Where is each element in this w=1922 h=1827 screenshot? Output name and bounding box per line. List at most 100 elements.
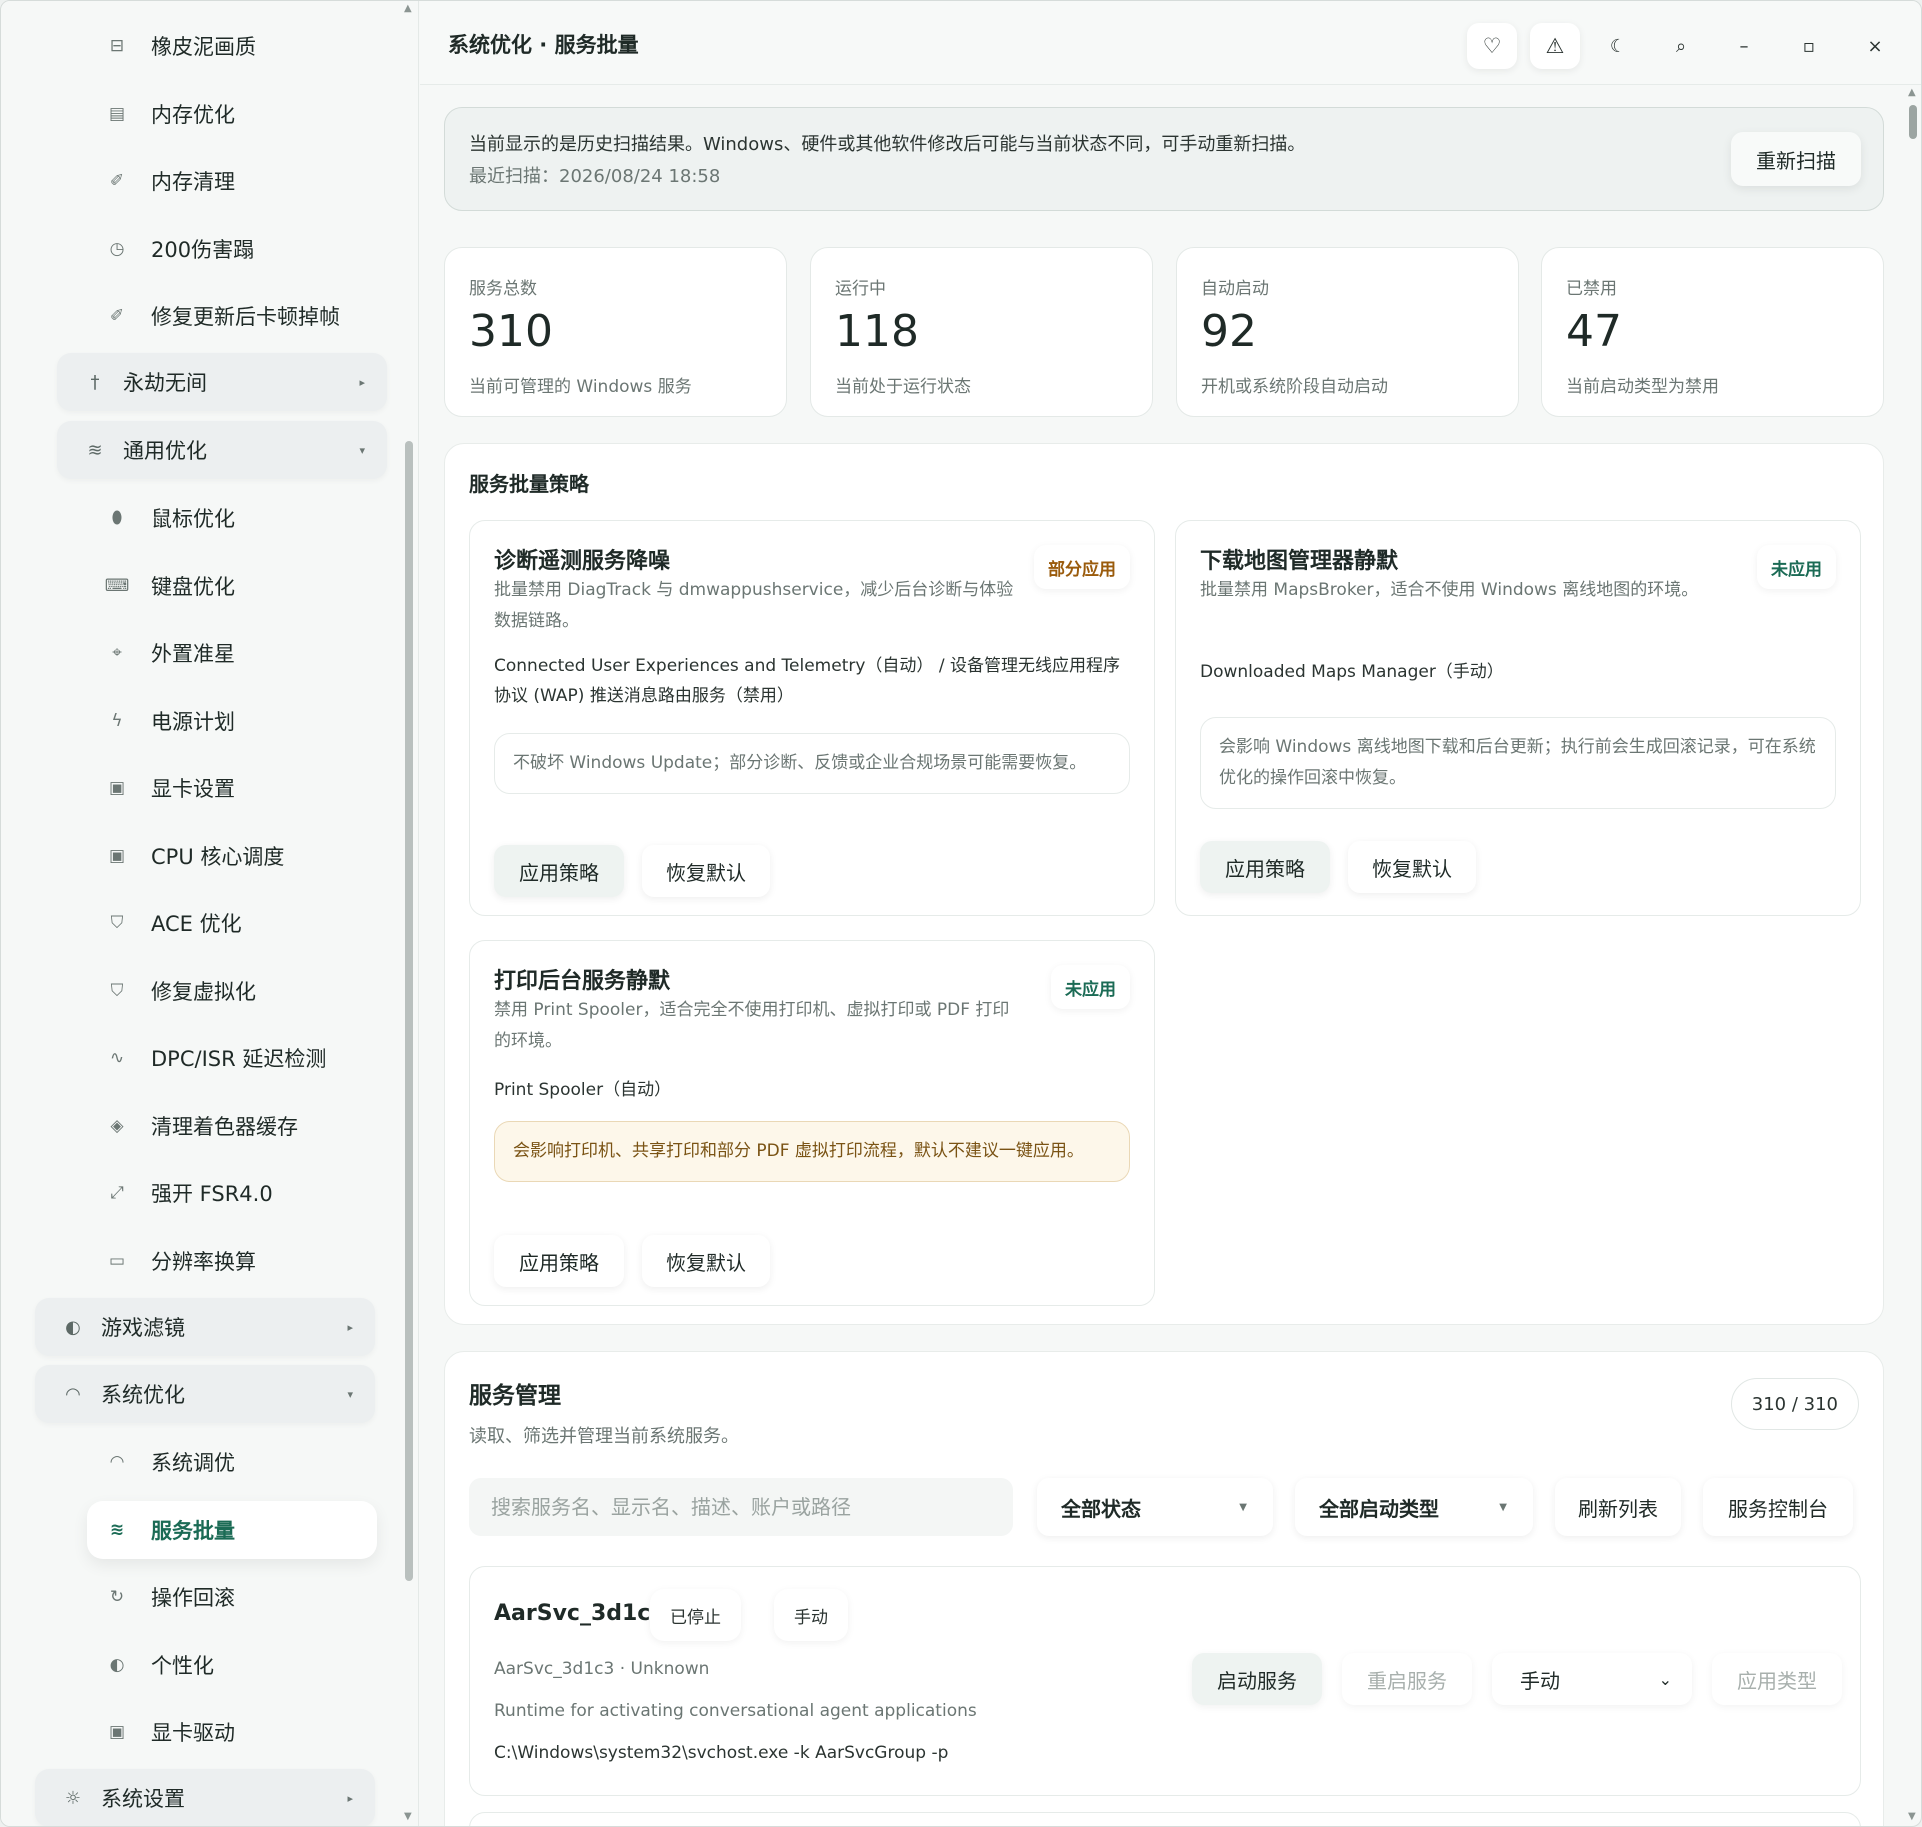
sidebar-item[interactable]: ≋ 服务批量 (87, 1500, 377, 1559)
sidebar-item[interactable]: ⌖ 外置准星 (87, 624, 377, 682)
favorite-button[interactable]: ♡ (1467, 23, 1517, 69)
sidebar-item[interactable]: ✐ 修复更新后卡顿掉帧 (87, 287, 377, 345)
sidebar-item[interactable]: ▣ 显卡驱动 (87, 1703, 377, 1761)
scroll-up-arrow-icon[interactable]: ▲ (404, 3, 412, 14)
maximize-button[interactable]: ▫ (1784, 23, 1834, 69)
close-icon: × (1867, 35, 1883, 57)
stat-label: 运行中 (835, 279, 886, 299)
sidebar-item[interactable]: ϟ 电源计划 (87, 692, 377, 750)
sidebar-item-label: 分辨率换算 (151, 1249, 256, 1274)
sidebar-item[interactable]: ✐ 内存清理 (87, 152, 377, 210)
policy-card-telemetry: 诊断遥测服务降噪 部分应用 批量禁用 DiagTrack 与 dmwappush… (469, 520, 1155, 916)
sidebar-item[interactable]: ⤢ 强开 FSR4.0 (87, 1164, 377, 1222)
search-button[interactable]: ⌕ (1656, 23, 1706, 69)
last-scan-time: 最近扫描：2026/08/24 18:58 (469, 166, 721, 187)
sidebar-item-label: ACE 优化 (151, 912, 242, 936)
close-button[interactable]: × (1850, 23, 1900, 69)
start-type-select[interactable]: 手动 ⌄ (1492, 1653, 1692, 1705)
caret-down-icon: ▼ (1239, 1501, 1247, 1513)
restart-service-button[interactable]: 重启服务 (1342, 1653, 1472, 1705)
sidebar-group-general[interactable]: ≋ 通用优化 ▾ (57, 421, 387, 479)
panel-title: 服务管理 (469, 1383, 561, 1409)
policy-warning: 会影响打印机、共享打印和部分 PDF 虚拟打印流程，默认不建议一键应用。 (494, 1121, 1130, 1182)
sidebar-item[interactable]: ▣ 显卡设置 (87, 759, 377, 817)
gear-icon: ☼ (64, 1787, 82, 1809)
sidebar-item[interactable]: ⌨ 键盘优化 (87, 557, 377, 615)
sidebar-item[interactable]: ◈ 清理着色器缓存 (87, 1097, 377, 1155)
service-search-input[interactable] (469, 1478, 1013, 1536)
sidebar-item-label: CPU 核心调度 (151, 844, 285, 869)
timer-icon: ◷ (109, 238, 125, 259)
page-title: 系统优化 · 服务批量 (448, 33, 639, 57)
pulse-icon: ∿ (109, 1048, 125, 1068)
start-type-filter-select[interactable]: 全部启动类型 ▼ (1295, 1478, 1533, 1536)
sidebar-item-label: 个性化 (151, 1653, 214, 1678)
mouse-icon: ⬮ (111, 508, 123, 528)
refresh-list-button[interactable]: 刷新列表 (1555, 1478, 1681, 1536)
sidebar-item[interactable]: ▤ 内存优化 (87, 85, 377, 143)
chip-icon: ▣ (108, 1722, 126, 1742)
sidebar-item[interactable]: ⊟ 橡皮泥画质 (87, 17, 377, 75)
caret-down-icon: ▼ (1499, 1501, 1507, 1513)
sidebar-group-eternal[interactable]: † 永劫无间 ▸ (57, 353, 387, 411)
scroll-down-arrow-icon[interactable]: ▼ (1908, 1811, 1916, 1822)
warning-button[interactable]: ⚠ (1530, 23, 1580, 69)
apply-policy-button[interactable]: 应用策略 (494, 845, 624, 897)
broom-icon: ✐ (109, 306, 125, 326)
restore-default-button[interactable]: 恢复默认 (642, 845, 770, 897)
shield-icon: ⛉ (110, 913, 124, 933)
sidebar-item-label: 修复虚拟化 (151, 979, 256, 1004)
sidebar-item[interactable]: ⛉ 修复虚拟化 (87, 962, 377, 1020)
broom-icon: ✐ (109, 171, 125, 191)
sidebar-item[interactable]: ⬮ 鼠标优化 (87, 489, 377, 547)
stat-value: 92 (1201, 306, 1257, 357)
service-count-badge: 310 / 310 (1730, 1378, 1859, 1430)
palette-icon: ◐ (109, 1654, 125, 1675)
minimize-icon: – (1739, 35, 1749, 57)
status-filter-select[interactable]: 全部状态 ▼ (1037, 1478, 1273, 1536)
stat-value: 118 (835, 306, 919, 357)
sidebar-item[interactable]: ◐ 个性化 (87, 1636, 377, 1694)
minimize-button[interactable]: – (1719, 23, 1769, 69)
service-console-button[interactable]: 服务控制台 (1703, 1478, 1853, 1536)
apply-type-button[interactable]: 应用类型 (1712, 1653, 1842, 1705)
scroll-down-arrow-icon[interactable]: ▼ (404, 1811, 412, 1822)
sidebar-item-label: 内存优化 (151, 102, 235, 127)
apply-policy-button[interactable]: 应用策略 (494, 1235, 624, 1287)
sidebar-item-label: 内存清理 (151, 170, 235, 194)
sidebar-item-label: 强开 FSR4.0 (151, 1182, 273, 1206)
sidebar-item[interactable]: ▣ CPU 核心调度 (87, 827, 377, 885)
palette-icon: ◐ (65, 1316, 81, 1338)
sidebar-group-system[interactable]: ◠ 系统优化 ▾ (35, 1365, 375, 1423)
sidebar-item[interactable]: ◷ 200伤害蹋 (87, 220, 377, 278)
chevron-down-icon: ▾ (347, 1387, 353, 1401)
sidebar-item[interactable]: ▭ 分辨率换算 (87, 1232, 377, 1290)
apply-policy-button[interactable]: 应用策略 (1200, 841, 1330, 893)
start-service-button[interactable]: 启动服务 (1192, 1653, 1322, 1705)
policy-services: Connected User Experiences and Telemetry… (494, 656, 1120, 706)
sidebar-item-label: 显卡设置 (151, 777, 235, 801)
maximize-icon: ▫ (1802, 35, 1816, 57)
sidebar-item-label: 系统调优 (151, 1451, 235, 1475)
chevron-right-icon: ▸ (359, 375, 365, 389)
main-scrollbar-thumb[interactable] (1909, 105, 1917, 139)
sidebar-group-filter[interactable]: ◐ 游戏滤镜 ▸ (35, 1298, 375, 1356)
sidebar-group-label: 系统优化 (101, 1383, 185, 1407)
chip-icon: ▣ (108, 778, 126, 798)
restore-default-button[interactable]: 恢复默认 (1348, 841, 1476, 893)
scroll-up-arrow-icon[interactable]: ▲ (1908, 87, 1916, 98)
heart-icon: ♡ (1482, 34, 1502, 58)
sidebar-group-settings[interactable]: ☼ 系统设置 ▸ (35, 1769, 375, 1826)
sidebar-item[interactable]: ◠ 系统调优 (87, 1433, 377, 1491)
sidebar-scrollbar-thumb[interactable] (405, 441, 413, 1581)
sidebar-item-label: 清理着色器缓存 (151, 1114, 298, 1139)
sidebar-item[interactable]: ↻ 操作回滚 (87, 1568, 377, 1626)
rescan-button[interactable]: 重新扫描 (1731, 132, 1861, 186)
restore-default-button[interactable]: 恢复默认 (642, 1235, 770, 1287)
policies-panel: 服务批量策略 诊断遥测服务降噪 部分应用 批量禁用 DiagTrack 与 dm… (444, 443, 1884, 1325)
theme-toggle-button[interactable]: ☾ (1593, 23, 1643, 69)
status-badge: 未应用 (1757, 545, 1836, 589)
sidebar-item[interactable]: ⛉ ACE 优化 (87, 894, 377, 952)
keyboard-icon: ⌨ (104, 575, 130, 596)
sidebar-item[interactable]: ∿ DPC/ISR 延迟检测 (87, 1029, 377, 1087)
